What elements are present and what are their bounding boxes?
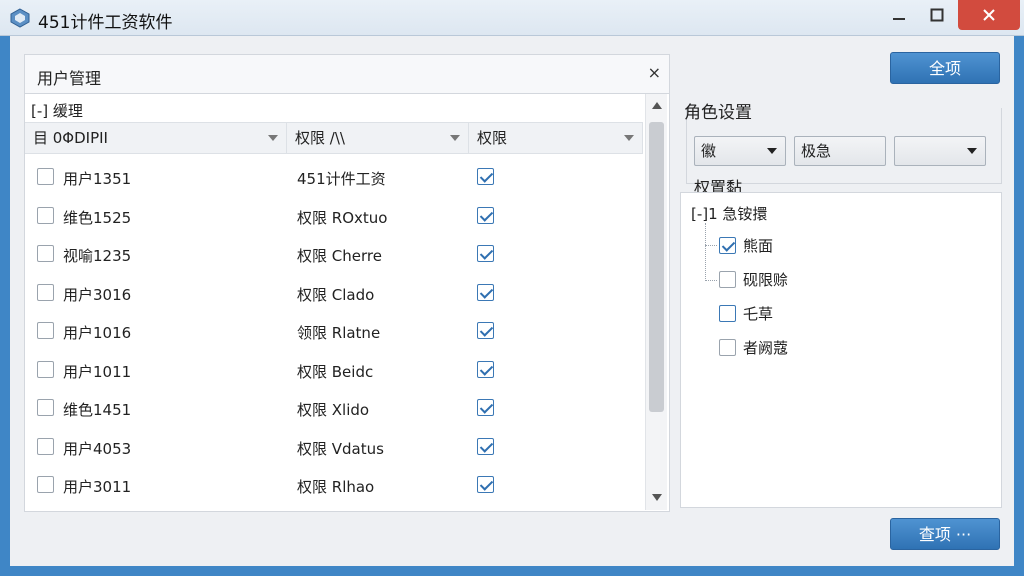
- row-select-checkbox[interactable]: [37, 283, 54, 301]
- permission-enabled-checkbox[interactable]: [477, 168, 494, 185]
- scroll-down-icon[interactable]: [652, 494, 662, 501]
- permission-cell: 权限 Cherre: [297, 247, 382, 265]
- role-dropdown-3[interactable]: [894, 136, 986, 166]
- panel-close-icon[interactable]: ×: [648, 63, 661, 82]
- table-row[interactable]: 用户4053 权限 Vdatus: [25, 428, 643, 466]
- permission-enabled-checkbox[interactable]: [477, 322, 494, 339]
- user-name-cell: 用户1016: [63, 324, 132, 342]
- column-header-perm[interactable]: 权限 /\\: [287, 123, 469, 153]
- user-list: [-] 缓理 目 0ΦDIPII 权限 /\\ 权限 用户1351 451计件工…: [25, 93, 669, 511]
- permission-cell: 权限 ROxtuo: [297, 208, 388, 227]
- permission-enabled-checkbox[interactable]: [477, 476, 494, 493]
- maximize-icon[interactable]: [914, 0, 960, 30]
- permission-cell: 451计件工资: [297, 170, 386, 188]
- tree-connector: [705, 223, 706, 281]
- app-logo-icon: [10, 8, 30, 28]
- dropdown-value: 徽: [701, 142, 717, 160]
- table-row[interactable]: 用户3016 权限 Clado: [25, 274, 643, 312]
- permission-cell: 领限 Rlatne: [297, 324, 381, 342]
- row-select-checkbox[interactable]: [37, 322, 54, 339]
- tree-connector: [705, 245, 717, 246]
- table-row[interactable]: 用户1351 451计件工资: [25, 158, 643, 196]
- permission-enabled-checkbox[interactable]: [477, 283, 494, 301]
- permission-cell: 权限 Xlido: [297, 401, 370, 419]
- app-window: 451计件工资软件 用户管理 × [-] 缓理 目 0ΦDIPII 权限 /\\…: [0, 0, 1024, 576]
- column-header-label: 权限 /\\: [295, 129, 345, 147]
- tree-checkbox[interactable]: [719, 305, 736, 322]
- table-row[interactable]: 用户1016 领限 Rlatne: [25, 312, 643, 350]
- permission-enabled-checkbox[interactable]: [477, 399, 494, 416]
- permission-cell: 权限 Vdatus: [297, 439, 384, 458]
- table-row[interactable]: 维色1451 权限 Xlido: [25, 389, 643, 427]
- user-name-cell: 用户4053: [63, 439, 132, 458]
- close-icon[interactable]: [958, 0, 1020, 30]
- row-select-checkbox[interactable]: [37, 399, 54, 416]
- row-select-checkbox[interactable]: [37, 437, 54, 455]
- permission-enabled-checkbox[interactable]: [477, 437, 494, 455]
- column-header-user[interactable]: 目 0ΦDIPII: [25, 123, 287, 153]
- table-row[interactable]: 视喻1235 权限 Cherre: [25, 235, 643, 273]
- column-header-label: 目 0ΦDIPII: [33, 129, 108, 147]
- row-select-checkbox[interactable]: [37, 168, 54, 185]
- list-caption: [-] 缓理: [31, 102, 83, 120]
- user-name-cell: 用户1011: [63, 362, 132, 381]
- permission-enabled-checkbox[interactable]: [477, 360, 494, 378]
- sort-arrow-icon: [268, 135, 278, 141]
- window-title: 451计件工资软件: [38, 13, 173, 33]
- tree-checkbox[interactable]: [719, 237, 736, 254]
- list-header: 目 0ΦDIPII 权限 /\\ 权限: [25, 122, 643, 154]
- client-area: 用户管理 × [-] 缓理 目 0ΦDIPII 权限 /\\ 权限 用户1351…: [10, 36, 1014, 566]
- tree-item-label: 乇草: [743, 305, 774, 323]
- vertical-scrollbar[interactable]: [645, 94, 667, 510]
- role-dropdown-2[interactable]: 极急: [794, 136, 886, 166]
- user-name-cell: 维色1525: [63, 208, 132, 227]
- tree-root[interactable]: [-]1 急铵擐: [691, 203, 767, 224]
- permission-enabled-checkbox[interactable]: [477, 206, 494, 224]
- tree-item-label: 砚限赊: [743, 271, 789, 289]
- user-name-cell: 用户3011: [63, 478, 132, 496]
- user-name-cell: 视喻1235: [63, 247, 132, 265]
- permission-enabled-checkbox[interactable]: [477, 245, 494, 262]
- tree-checkbox[interactable]: [719, 271, 736, 288]
- table-row[interactable]: 维色1525 权限 ROxtuo: [25, 197, 643, 235]
- chevron-down-icon: [967, 148, 977, 154]
- column-header-enabled[interactable]: 权限: [469, 123, 643, 153]
- user-name-cell: 维色1451: [63, 401, 132, 419]
- sort-arrow-icon: [450, 135, 460, 141]
- permission-cell: 权限 Clado: [297, 285, 375, 304]
- role-dropdown-1[interactable]: 徽: [694, 136, 786, 166]
- all-items-button[interactable]: 全项: [890, 52, 1000, 84]
- tree-connector: [705, 280, 717, 281]
- query-items-button[interactable]: 查项 ···: [890, 518, 1000, 550]
- table-row[interactable]: 用户3011 权限 Rlhao: [25, 466, 643, 504]
- title-bar: 451计件工资软件: [0, 0, 1024, 36]
- column-header-label: 权限: [477, 129, 508, 147]
- user-management-panel: 用户管理 × [-] 缓理 目 0ΦDIPII 权限 /\\ 权限 用户1351…: [24, 54, 670, 512]
- permission-cell: 权限 Rlhao: [297, 478, 375, 496]
- row-select-checkbox[interactable]: [37, 206, 54, 224]
- table-row[interactable]: 用户1053权限 Vlido: [25, 505, 643, 512]
- user-name-cell: 用户3016: [63, 285, 132, 304]
- table-row[interactable]: 用户1011 权限 Beidc: [25, 351, 643, 389]
- row-select-checkbox[interactable]: [37, 360, 54, 378]
- sort-arrow-icon: [624, 135, 634, 141]
- scrollbar-thumb[interactable]: [649, 122, 664, 412]
- panel-title: 用户管理: [37, 69, 102, 88]
- scroll-up-icon[interactable]: [652, 102, 662, 109]
- row-select-checkbox[interactable]: [37, 476, 54, 493]
- role-settings-title: 角色设置: [684, 103, 752, 123]
- permission-cell: 权限 Beidc: [297, 362, 374, 381]
- row-select-checkbox[interactable]: [37, 245, 54, 262]
- chevron-down-icon: [767, 148, 777, 154]
- dropdown-value: 极急: [801, 142, 832, 160]
- tree-item-label: 者阙蔻: [743, 339, 789, 357]
- user-name-cell: 用户1351: [63, 170, 132, 188]
- tree-checkbox[interactable]: [719, 339, 736, 356]
- tree-item-label: 熊面: [743, 237, 774, 255]
- permission-tree: [-]1 急铵擐 熊面 砚限赊 乇草 者阙蔻: [680, 192, 1002, 508]
